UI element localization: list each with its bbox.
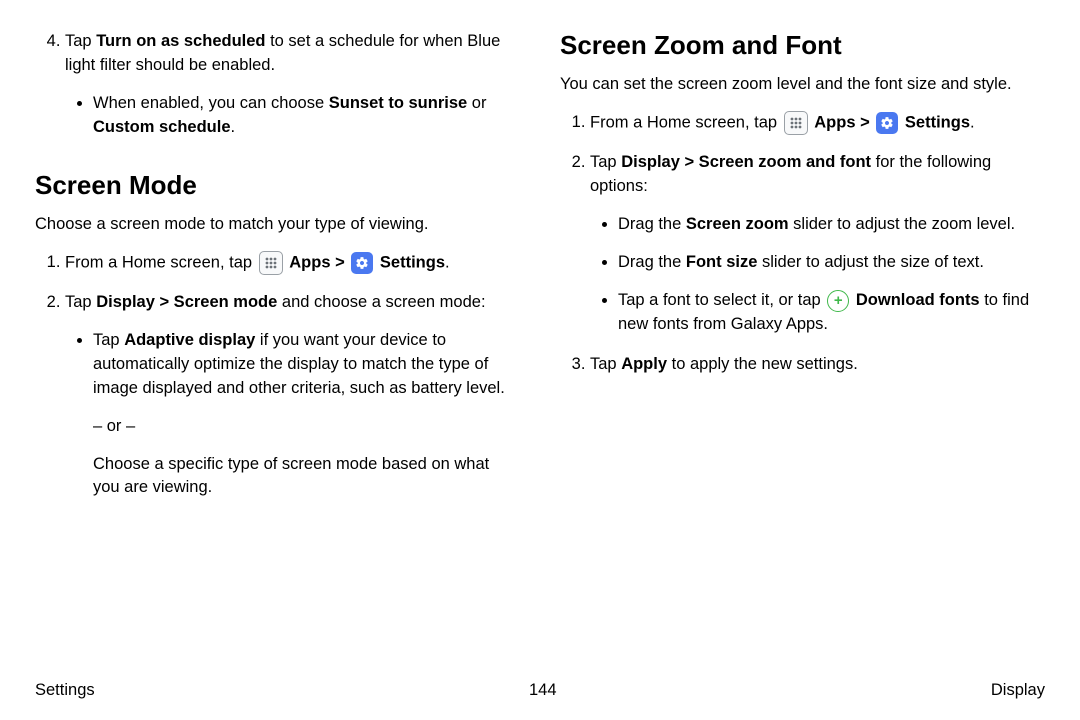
zf-download-fonts: Tap a font to select it, or tap + Downlo… <box>618 289 1045 337</box>
step4-sublist: When enabled, you can choose Sunset to s… <box>65 92 520 140</box>
page-number: 144 <box>529 681 557 700</box>
sm-step2: Tap Display > Screen mode and choose a s… <box>65 291 520 500</box>
zoom-font-steps: From a Home screen, tap Apps > Settings.… <box>560 111 1045 377</box>
footer-left: Settings <box>35 681 95 700</box>
zoom-font-intro: You can set the screen zoom level and th… <box>560 73 1045 97</box>
zf-font-slider: Drag the Font size slider to adjust the … <box>618 251 1045 275</box>
sm-step1: From a Home screen, tap Apps > Settings. <box>65 251 520 275</box>
zf-step2: Tap Display > Screen zoom and font for t… <box>590 151 1045 337</box>
zf-zoom-slider: Drag the Screen zoom slider to adjust th… <box>618 213 1045 237</box>
step4-bold: Turn on as scheduled <box>96 32 265 50</box>
footer-right: Display <box>991 681 1045 700</box>
page-footer: Settings 144 Display <box>35 681 1045 700</box>
continued-steps-list: Tap Turn on as scheduled to set a schedu… <box>35 30 520 140</box>
sm-step2-sublist: Tap Adaptive display if you want your de… <box>65 329 520 501</box>
screen-mode-intro: Choose a screen mode to match your type … <box>35 213 520 237</box>
zoom-font-heading: Screen Zoom and Font <box>560 30 1045 61</box>
sm-choose: Choose a specific type of screen mode ba… <box>93 453 520 501</box>
apps-icon <box>784 111 808 135</box>
settings-icon <box>876 112 898 134</box>
step-4: Tap Turn on as scheduled to set a schedu… <box>65 30 520 140</box>
zf-step1: From a Home screen, tap Apps > Settings. <box>590 111 1045 135</box>
zf-step3: Tap Apply to apply the new settings. <box>590 353 1045 377</box>
apps-label: Apps <box>289 253 330 271</box>
step4-pre: Tap <box>65 32 96 50</box>
step4-sub1: When enabled, you can choose Sunset to s… <box>93 92 520 140</box>
settings-label: Settings <box>380 253 445 271</box>
settings-label: Settings <box>905 113 970 131</box>
left-column: Tap Turn on as scheduled to set a schedu… <box>35 30 520 660</box>
zf-step2-sublist: Drag the Screen zoom slider to adjust th… <box>590 213 1045 337</box>
screen-mode-heading: Screen Mode <box>35 170 520 201</box>
right-column: Screen Zoom and Font You can set the scr… <box>560 30 1045 660</box>
apps-label: Apps <box>814 113 855 131</box>
sm-adaptive: Tap Adaptive display if you want your de… <box>93 329 520 501</box>
plus-icon: + <box>827 290 849 312</box>
settings-icon <box>351 252 373 274</box>
apps-icon <box>259 251 283 275</box>
sm-or: – or – <box>93 415 520 439</box>
screen-mode-steps: From a Home screen, tap Apps > Settings.… <box>35 251 520 501</box>
